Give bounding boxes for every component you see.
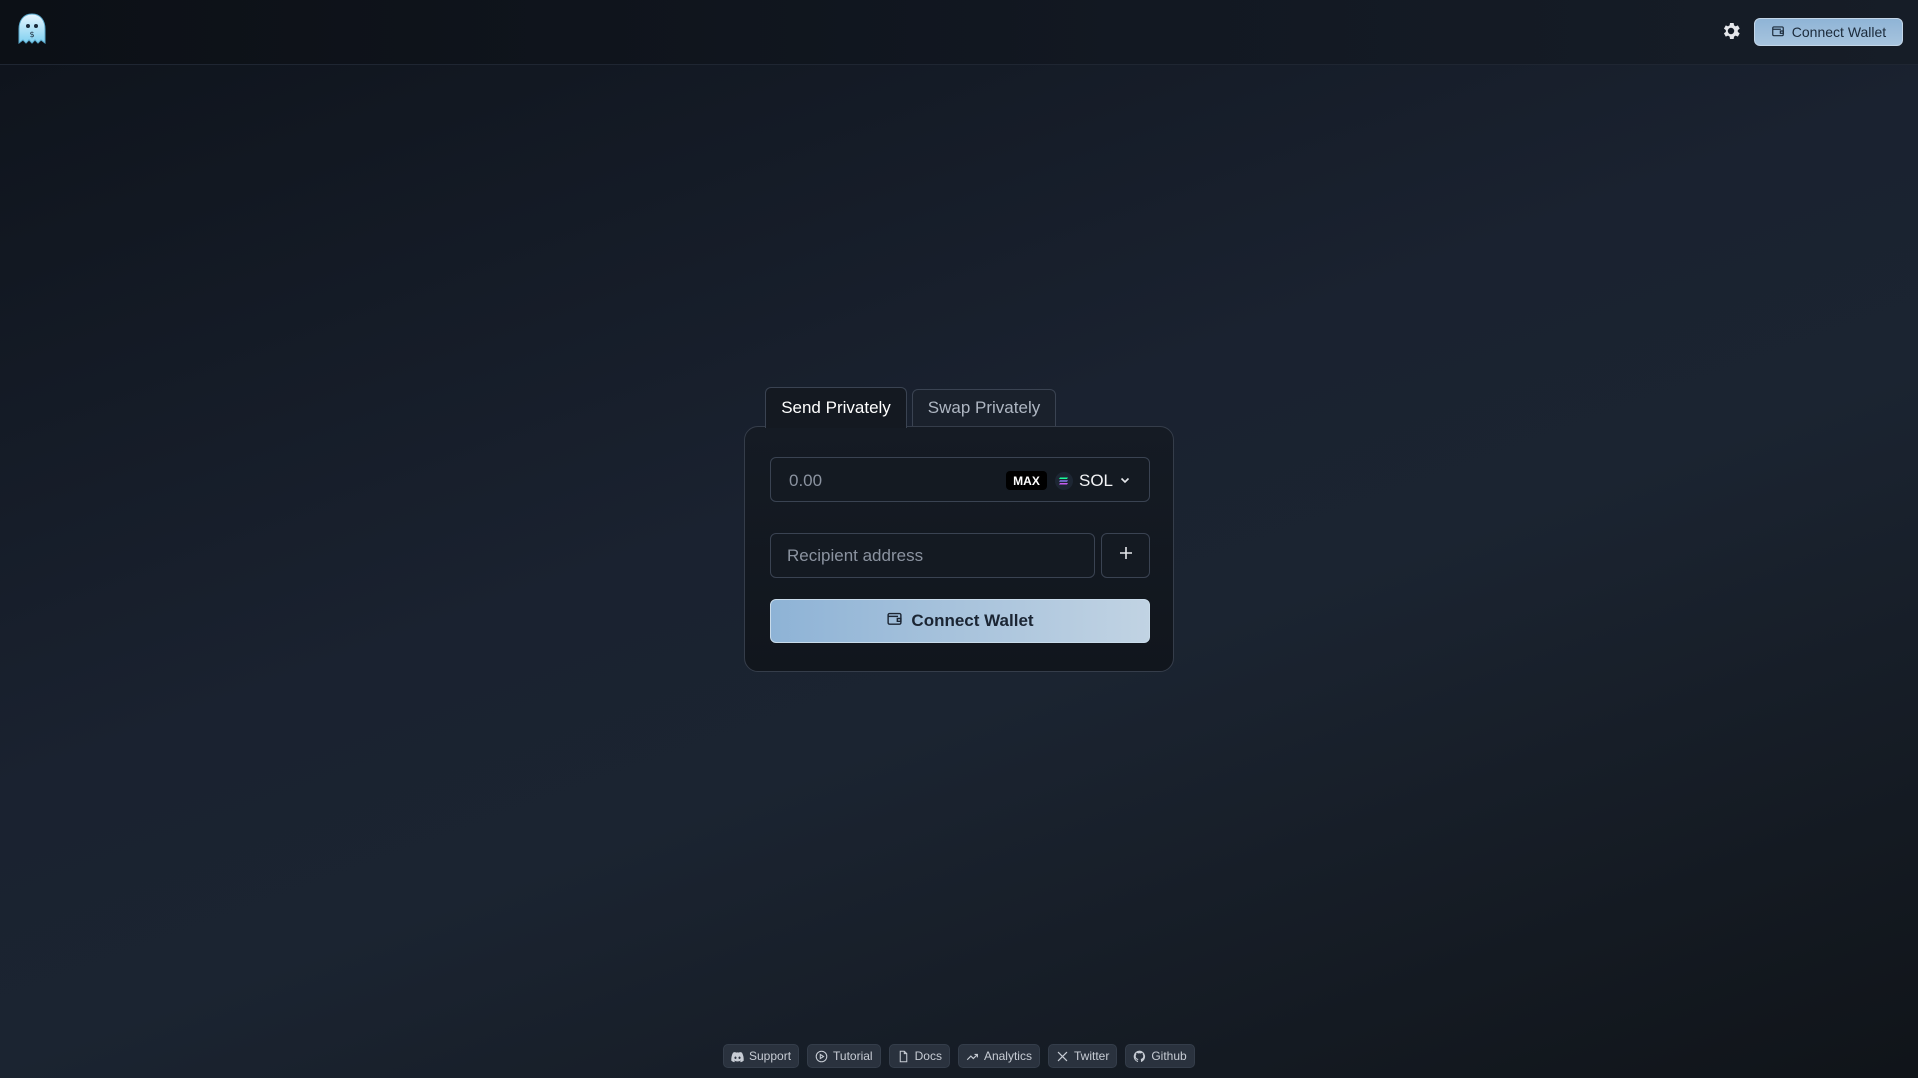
header-connect-wallet-button[interactable]: Connect Wallet xyxy=(1754,18,1903,46)
svg-text:$: $ xyxy=(29,30,34,39)
tab-swap-privately[interactable]: Swap Privately xyxy=(912,389,1056,427)
document-icon xyxy=(899,1050,907,1062)
discord-icon xyxy=(731,1051,744,1062)
connect-wallet-label: Connect Wallet xyxy=(911,611,1034,630)
play-icon xyxy=(815,1050,828,1062)
sol-icon xyxy=(1055,471,1073,490)
tab-send-privately[interactable]: Send Privately xyxy=(765,387,907,428)
footer-link-analytics[interactable]: Analytics xyxy=(957,1044,1040,1068)
ghost-logo-icon[interactable]: $ xyxy=(15,12,49,46)
footer-link-label: Support xyxy=(749,1049,792,1063)
wallet-icon xyxy=(1771,24,1785,41)
trend-icon xyxy=(966,1053,978,1060)
gear-icon[interactable] xyxy=(1720,20,1742,42)
github-icon xyxy=(1134,1050,1146,1062)
footer-links: Support Tutorial Docs Analytics Twitter … xyxy=(723,1044,1195,1068)
footer-link-label: Tutorial xyxy=(833,1049,873,1063)
footer-link-label: Twitter xyxy=(1073,1049,1110,1063)
send-card: MAX SOL Connect Wallet xyxy=(744,426,1174,672)
token-label: SOL xyxy=(1079,470,1114,490)
token-select[interactable]: SOL xyxy=(1055,468,1137,493)
footer-link-twitter[interactable]: Twitter xyxy=(1047,1044,1118,1068)
amount-input[interactable] xyxy=(787,470,991,492)
max-button[interactable]: MAX xyxy=(1006,471,1047,490)
x-icon xyxy=(1057,1051,1068,1061)
footer-link-support[interactable]: Support xyxy=(723,1044,800,1068)
wallet-icon xyxy=(886,610,903,632)
top-bar: $ Connect Wallet xyxy=(0,0,1918,65)
add-recipient-button[interactable] xyxy=(1101,533,1150,578)
footer-link-docs[interactable]: Docs xyxy=(888,1044,950,1068)
footer-link-label: Analytics xyxy=(983,1049,1032,1063)
footer-link-github[interactable]: Github xyxy=(1125,1044,1195,1068)
plus-icon xyxy=(1119,546,1133,565)
header-connect-label: Connect Wallet xyxy=(1791,24,1887,40)
amount-field: MAX SOL xyxy=(770,457,1150,502)
footer-link-tutorial[interactable]: Tutorial xyxy=(807,1044,881,1068)
chevron-down-icon xyxy=(1119,471,1131,491)
connect-wallet-button[interactable]: Connect Wallet xyxy=(770,599,1150,643)
footer-link-label: Docs xyxy=(914,1049,942,1063)
footer-link-label: Github xyxy=(1151,1049,1187,1063)
recipient-address-input[interactable] xyxy=(770,533,1095,578)
